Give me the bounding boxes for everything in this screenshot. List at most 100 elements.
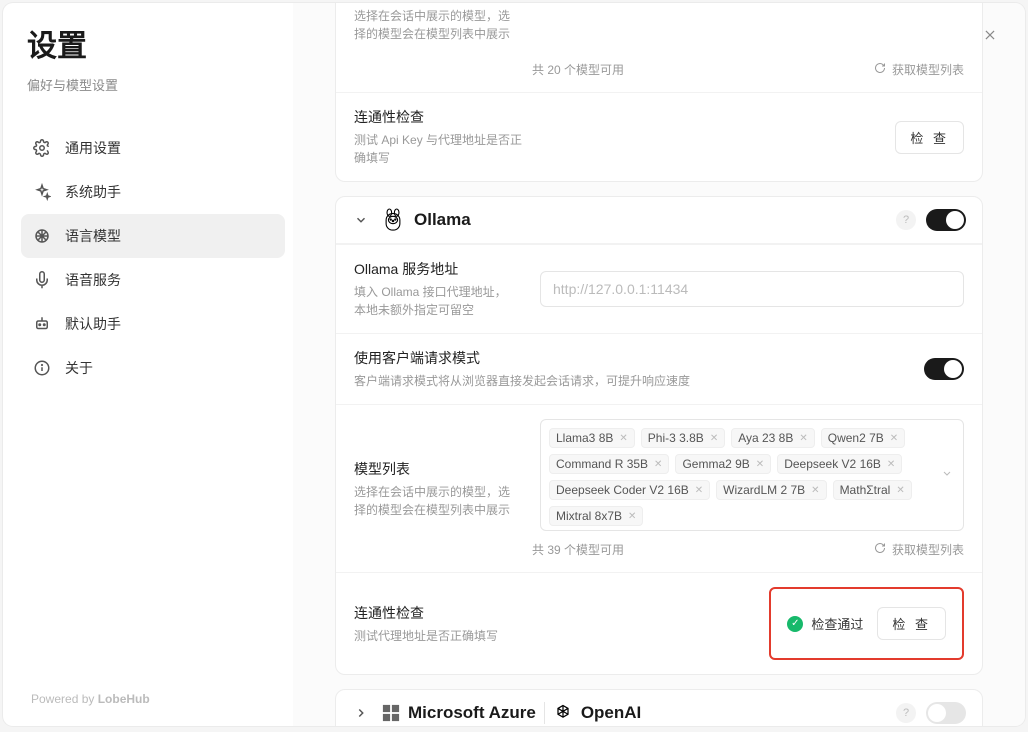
model-tag[interactable]: Qwen2 7B ✕ [821,428,905,448]
provider-header-azure[interactable]: Microsoft Azure OpenAI ? [336,690,982,726]
check-result-highlight: ✓ 检查通过 检 查 [769,587,964,660]
client-mode-desc: 客户端请求模式将从浏览器直接发起会话请求，可提升响应速度 [354,372,908,390]
help-icon[interactable]: ? [896,703,916,723]
tag-remove-icon[interactable]: ✕ [756,459,764,470]
tag-remove-icon[interactable]: ✕ [628,511,636,522]
model-available-count: 共 20 个模型可用 [532,61,624,78]
chevron-down-icon [352,211,370,229]
provider-card-previous: 选择在会话中展示的模型，选 择的模型会在模型列表中展示 共 20 个模型可用 获… [335,3,983,182]
sidebar-item-system-assistant[interactable]: 系统助手 [21,170,285,214]
connectivity-title: 连通性检查 [354,107,524,127]
model-tag-label: Mixtral 8x7B [556,509,622,523]
close-icon[interactable] [983,27,997,45]
ollama-logo-icon [382,209,404,231]
model-tag-label: Llama3 8B [556,431,613,445]
model-tag-label: Deepseek V2 16B [784,457,881,471]
model-tag-label: Gemma2 9B [682,457,749,471]
info-icon [33,359,51,377]
tag-remove-icon[interactable]: ✕ [896,485,904,496]
sidebar-item-about[interactable]: 关于 [21,346,285,390]
model-tag[interactable]: Phi-3 3.8B✕ [641,428,725,448]
service-addr-input[interactable] [540,271,964,307]
model-tag-label: WizardLM 2 7B [723,483,805,497]
sidebar-item-label: 关于 [65,358,93,378]
app-frame: 设置 偏好与模型设置 通用设置 系统助手 语言模型 语音服务 [3,3,1025,726]
sidebar-item-label: 默认助手 [65,314,121,334]
sidebar-item-voice-service[interactable]: 语音服务 [21,258,285,302]
sidebar-subtitle: 偏好与模型设置 [27,75,285,94]
help-icon[interactable]: ? [896,210,916,230]
sidebar-item-language-model[interactable]: 语言模型 [21,214,285,258]
model-tag[interactable]: Deepseek Coder V2 16B ✕ [549,480,710,500]
get-model-list-button[interactable]: 获取模型列表 [874,61,964,78]
tag-remove-icon[interactable]: ✕ [654,459,662,470]
connectivity-title: 连通性检查 [354,603,524,623]
tag-remove-icon[interactable]: ✕ [887,459,895,470]
model-tag[interactable]: MathΣtral ✕ [833,480,912,500]
tag-remove-icon[interactable]: ✕ [799,433,807,444]
main-content: 选择在会话中展示的模型，选 择的模型会在模型列表中展示 共 20 个模型可用 获… [293,3,1025,726]
provider-name: Microsoft Azure OpenAI [382,702,641,724]
provider-card-azure: Microsoft Azure OpenAI ? [335,689,983,726]
tag-remove-icon[interactable]: ✕ [710,433,718,444]
service-addr-title: Ollama 服务地址 [354,259,524,279]
tag-remove-icon[interactable]: ✕ [811,485,819,496]
sidebar-item-default-assistant[interactable]: 默认助手 [21,302,285,346]
model-list-desc: 选择在会话中展示的模型，选 择的模型会在模型列表中展示 [354,7,524,43]
provider-header-ollama[interactable]: Ollama ? [336,197,982,244]
sidebar: 设置 偏好与模型设置 通用设置 系统助手 语言模型 语音服务 [3,3,293,726]
model-tag[interactable]: Llama3 8B ✕ [549,428,635,448]
sidebar-title: 设置 [27,21,285,65]
provider-card-ollama: Ollama ? Ollama 服务地址 填入 Ollama 接口代理地址， 本… [335,196,983,675]
sparkle-icon [33,183,51,201]
openai-logo-icon [553,702,573,724]
model-tag-label: Deepseek Coder V2 16B [556,483,689,497]
sidebar-item-label: 通用设置 [65,138,121,158]
check-success-icon: ✓ [787,616,803,632]
model-tag[interactable]: Deepseek V2 16B ✕ [777,454,902,474]
microsoft-logo-icon [382,702,400,724]
model-list-desc: 选择在会话中展示的模型，选 择的模型会在模型列表中展示 [354,483,524,519]
model-tag-label: MathΣtral [840,483,891,497]
tag-remove-icon[interactable]: ✕ [619,433,627,444]
client-mode-title: 使用客户端请求模式 [354,348,908,368]
divider [544,702,545,724]
brain-icon [33,227,51,245]
client-mode-toggle[interactable] [924,358,964,380]
connectivity-desc: 测试 Api Key 与代理地址是否正确填写 [354,131,524,167]
model-tag[interactable]: Mixtral 8x7B ✕ [549,506,643,526]
refresh-icon [874,542,886,557]
mic-icon [33,271,51,289]
check-pass-status: ✓ 检查通过 [787,614,863,633]
robot-icon [33,315,51,333]
sidebar-item-label: 语音服务 [65,270,121,290]
provider-name: Ollama [382,209,471,231]
get-model-list-button[interactable]: 获取模型列表 [874,541,964,558]
model-tag[interactable]: Command R 35B ✕ [549,454,669,474]
check-button[interactable]: 检 查 [877,607,946,640]
connectivity-desc: 测试代理地址是否正确填写 [354,627,524,645]
sidebar-item-label: 语言模型 [65,226,121,246]
tag-remove-icon[interactable]: ✕ [695,485,703,496]
sidebar-item-general[interactable]: 通用设置 [21,126,285,170]
model-tag-label: Aya 23 8B [738,431,793,445]
service-addr-desc: 填入 Ollama 接口代理地址， 本地未额外指定可留空 [354,283,524,319]
chevron-right-icon [352,704,370,722]
model-tag-label: Qwen2 7B [828,431,884,445]
model-tag[interactable]: Gemma2 9B ✕ [675,454,771,474]
chevron-down-icon [941,468,953,483]
model-list-title: 模型列表 [354,459,524,479]
tag-remove-icon[interactable]: ✕ [890,433,898,444]
check-button[interactable]: 检 查 [895,121,964,154]
model-tag-label: Command R 35B [556,457,648,471]
refresh-icon [874,62,886,77]
sidebar-footer: Powered by LobeHub [21,684,285,714]
sidebar-item-label: 系统助手 [65,182,121,202]
model-tag[interactable]: Aya 23 8B ✕ [731,428,815,448]
model-tag[interactable]: WizardLM 2 7B ✕ [716,480,826,500]
settings-icon [33,139,51,157]
provider-toggle[interactable] [926,209,966,231]
model-multiselect[interactable]: Llama3 8B✕Phi-3 3.8B✕Aya 23 8B✕Qwen2 7B✕… [540,419,964,531]
model-available-count: 共 39 个模型可用 [532,541,624,558]
provider-toggle[interactable] [926,702,966,724]
